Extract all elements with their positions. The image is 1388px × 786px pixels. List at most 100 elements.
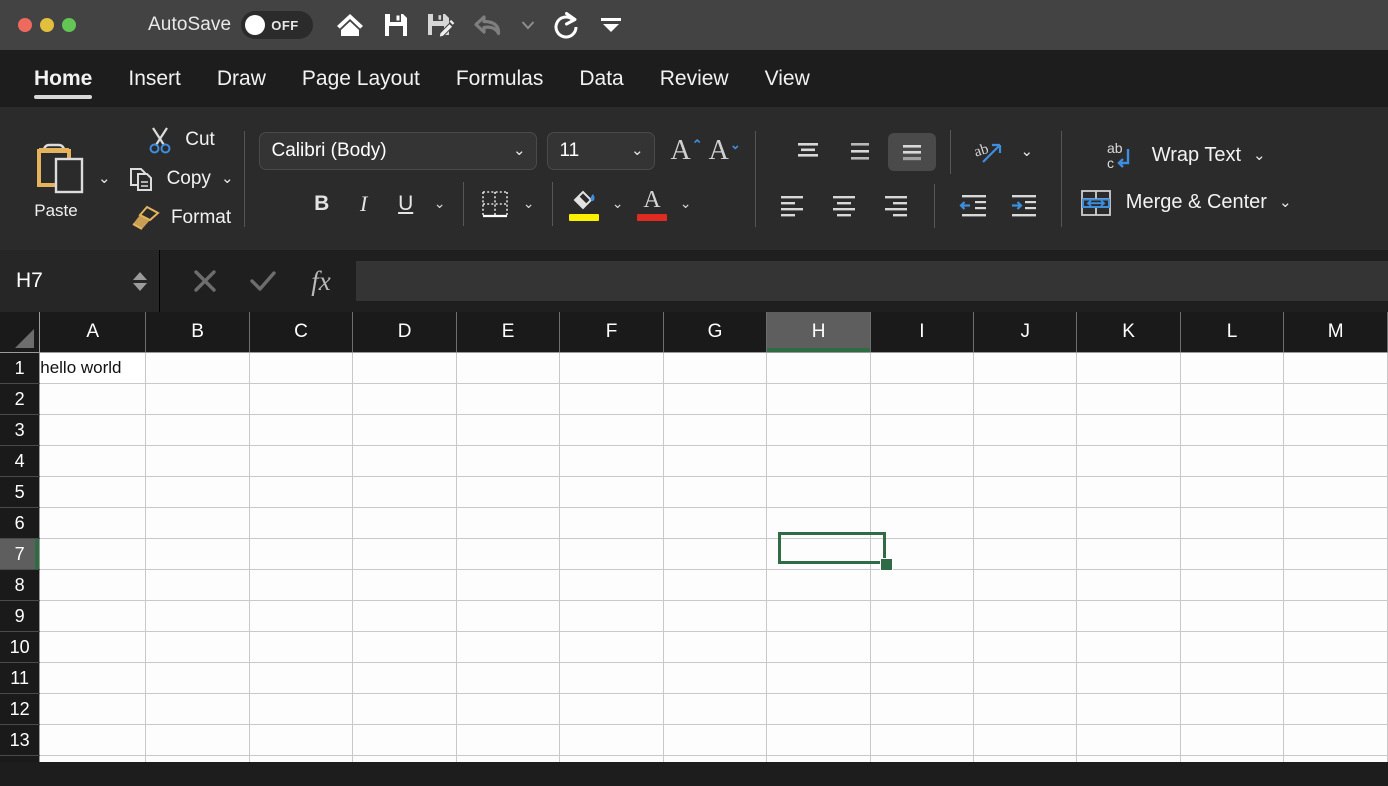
fill-handle[interactable]	[880, 558, 893, 571]
cell-b11[interactable]	[145, 662, 250, 694]
cell-a7[interactable]	[39, 538, 147, 570]
align-left-button[interactable]	[768, 187, 816, 225]
cell-h9[interactable]	[766, 600, 871, 632]
row-header-8[interactable]: 8	[0, 569, 41, 601]
cell-i11[interactable]	[870, 662, 975, 694]
cell-m12[interactable]	[1283, 693, 1388, 725]
font-size-select[interactable]: 11 ⌄	[546, 131, 655, 170]
cell-m11[interactable]	[1283, 662, 1388, 694]
cell-c1[interactable]	[249, 352, 354, 384]
column-header-c[interactable]: C	[249, 312, 354, 353]
decrease-font-size-button[interactable]: A ⌄	[709, 136, 741, 165]
cell-g4[interactable]	[663, 445, 768, 477]
cell-m7[interactable]	[1283, 538, 1388, 570]
cell-k10[interactable]	[1076, 631, 1181, 663]
cell-d5[interactable]	[352, 476, 457, 508]
cell-h4[interactable]	[766, 445, 871, 477]
cell-f13[interactable]	[559, 724, 664, 756]
cell-j14[interactable]	[973, 755, 1078, 762]
cell-b3[interactable]	[145, 414, 250, 446]
cell-f6[interactable]	[559, 507, 664, 539]
undo-icon[interactable]	[473, 12, 503, 38]
cell-h2[interactable]	[766, 383, 871, 415]
cell-e13[interactable]	[456, 724, 561, 756]
row-header-2[interactable]: 2	[0, 383, 41, 415]
cell-e6[interactable]	[456, 507, 561, 539]
cell-j12[interactable]	[973, 693, 1078, 725]
cell-a8[interactable]	[39, 569, 147, 601]
cell-c13[interactable]	[249, 724, 354, 756]
cell-g13[interactable]	[663, 724, 768, 756]
cell-m8[interactable]	[1283, 569, 1388, 601]
align-right-button[interactable]	[872, 187, 920, 225]
cell-d11[interactable]	[352, 662, 457, 694]
cell-k13[interactable]	[1076, 724, 1181, 756]
row-header-3[interactable]: 3	[0, 414, 41, 446]
cell-g3[interactable]	[663, 414, 768, 446]
cell-f3[interactable]	[559, 414, 664, 446]
row-header-9[interactable]: 9	[0, 600, 41, 632]
cell-c11[interactable]	[249, 662, 354, 694]
column-header-g[interactable]: G	[663, 312, 768, 353]
cell-j7[interactable]	[973, 538, 1078, 570]
cell-j6[interactable]	[973, 507, 1078, 539]
autosave-control[interactable]: AutoSave OFF	[148, 11, 314, 39]
cell-h12[interactable]	[766, 693, 871, 725]
cell-j8[interactable]	[973, 569, 1078, 601]
cell-e12[interactable]	[456, 693, 561, 725]
row-header-14[interactable]: 14	[0, 755, 41, 762]
insert-function-button[interactable]: fx	[292, 250, 350, 312]
font-name-chevron-down-icon[interactable]: ⌄	[513, 143, 526, 158]
cell-l14[interactable]	[1180, 755, 1285, 762]
close-button[interactable]	[18, 18, 32, 32]
cell-i14[interactable]	[870, 755, 975, 762]
copy-dropdown-chevron-down-icon[interactable]: ⌄	[221, 171, 234, 186]
cell-g9[interactable]	[663, 600, 768, 632]
cell-g12[interactable]	[663, 693, 768, 725]
cell-l8[interactable]	[1180, 569, 1285, 601]
cell-l10[interactable]	[1180, 631, 1285, 663]
cell-j3[interactable]	[973, 414, 1078, 446]
cell-h5[interactable]	[766, 476, 871, 508]
decrease-indent-button[interactable]	[949, 187, 997, 225]
cell-e14[interactable]	[456, 755, 561, 762]
cell-e5[interactable]	[456, 476, 561, 508]
cell-a6[interactable]	[39, 507, 147, 539]
cell-d3[interactable]	[352, 414, 457, 446]
cell-i3[interactable]	[870, 414, 975, 446]
underline-button[interactable]: U	[385, 187, 427, 221]
home-icon[interactable]	[335, 12, 365, 38]
cell-i6[interactable]	[870, 507, 975, 539]
cell-m13[interactable]	[1283, 724, 1388, 756]
tab-review[interactable]: Review	[642, 50, 747, 107]
cell-e3[interactable]	[456, 414, 561, 446]
cell-c12[interactable]	[249, 693, 354, 725]
cell-c4[interactable]	[249, 445, 354, 477]
cell-d2[interactable]	[352, 383, 457, 415]
cell-f8[interactable]	[559, 569, 664, 601]
cell-e10[interactable]	[456, 631, 561, 663]
stepper-up-icon[interactable]	[133, 271, 147, 280]
cell-h11[interactable]	[766, 662, 871, 694]
cell-a11[interactable]	[39, 662, 147, 694]
cell-f10[interactable]	[559, 631, 664, 663]
bottom-align-button[interactable]	[887, 132, 936, 171]
cell-d10[interactable]	[352, 631, 457, 663]
cell-i9[interactable]	[870, 600, 975, 632]
cell-f14[interactable]	[559, 755, 664, 762]
cell-j9[interactable]	[973, 600, 1078, 632]
cell-g5[interactable]	[663, 476, 768, 508]
cell-g7[interactable]	[663, 538, 768, 570]
cell-c6[interactable]	[249, 507, 354, 539]
row-header-10[interactable]: 10	[0, 631, 41, 663]
column-header-j[interactable]: J	[973, 312, 1078, 353]
cell-k2[interactable]	[1076, 383, 1181, 415]
cell-c5[interactable]	[249, 476, 354, 508]
cell-b9[interactable]	[145, 600, 250, 632]
cell-k3[interactable]	[1076, 414, 1181, 446]
increase-font-size-button[interactable]: A ⌃	[671, 136, 703, 165]
cell-g2[interactable]	[663, 383, 768, 415]
cell-c14[interactable]	[249, 755, 354, 762]
cell-f1[interactable]	[559, 352, 664, 384]
middle-align-button[interactable]	[836, 133, 884, 171]
